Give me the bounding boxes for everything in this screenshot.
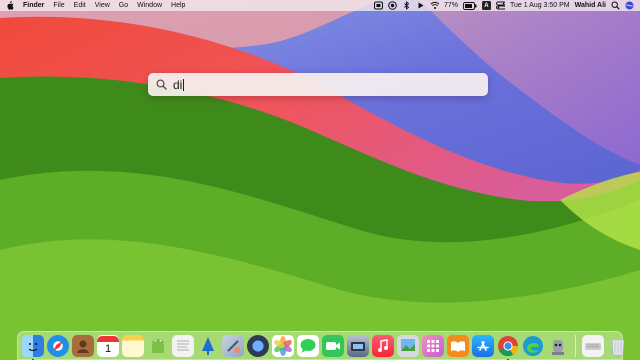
chrome-icon[interactable] — [497, 335, 519, 360]
android-studio-icon[interactable] — [147, 335, 169, 357]
quicktime-icon[interactable] — [247, 334, 269, 357]
spotlight-search-icon[interactable] — [611, 1, 620, 10]
automator-icon[interactable] — [547, 335, 569, 357]
wifi-icon[interactable] — [430, 1, 439, 10]
app-store-icon[interactable] — [472, 334, 494, 357]
status-area: 77% A Tue 1 Aug 3:50 PM Wahid Ali — [373, 0, 634, 11]
textedit-icon[interactable] — [172, 334, 194, 357]
menu-item-finder[interactable]: Finder — [23, 0, 44, 11]
launchpad-icon[interactable] — [422, 334, 444, 357]
dock-separator — [575, 334, 576, 357]
instruments-icon[interactable] — [222, 334, 244, 357]
edge-icon[interactable] — [522, 335, 544, 357]
spotlight-search-bar[interactable]: di — [148, 73, 488, 96]
apple-icon[interactable] — [6, 1, 15, 10]
desktop-wallpaper — [0, 0, 640, 360]
clock[interactable]: Tue 1 Aug 3:50 PM — [510, 0, 570, 11]
menu-item-file[interactable]: File — [53, 0, 64, 11]
finder-icon[interactable] — [22, 334, 44, 360]
control-center-icon[interactable] — [496, 1, 505, 10]
facetime-icon[interactable] — [322, 334, 344, 357]
photos-icon[interactable] — [272, 334, 294, 357]
music-icon[interactable] — [372, 334, 394, 357]
siri-icon[interactable] — [625, 1, 634, 10]
text-cursor — [183, 78, 185, 91]
battery-percentage: 77% — [443, 2, 458, 9]
battery-icon[interactable] — [463, 1, 477, 10]
safari-icon[interactable] — [47, 334, 69, 357]
input-source-icon[interactable]: A — [481, 1, 491, 10]
books-icon[interactable] — [447, 334, 469, 357]
menu-item-view[interactable]: View — [95, 0, 110, 11]
menu-item-go[interactable]: Go — [119, 0, 128, 11]
messages-icon[interactable] — [297, 334, 319, 357]
preview-icon[interactable] — [397, 334, 419, 357]
notes-icon[interactable] — [122, 334, 144, 357]
image-capture-icon[interactable] — [347, 334, 369, 357]
dock: 1 — [17, 331, 625, 360]
sourcetree-icon[interactable] — [197, 335, 219, 357]
menu-item-window[interactable]: Window — [137, 0, 162, 11]
menu-bar: Finder File Edit View Go Window Help 77%… — [0, 0, 640, 11]
keyboard-icon[interactable] — [582, 334, 604, 357]
menu-app-icon[interactable] — [373, 1, 383, 10]
calendar-icon[interactable]: 1 — [97, 334, 119, 357]
spotlight-query-text[interactable]: di — [173, 78, 182, 92]
menu-item-help[interactable]: Help — [171, 0, 185, 11]
user-name[interactable]: Wahid Ali — [575, 0, 606, 11]
trash-icon[interactable] — [607, 335, 629, 357]
bluetooth-icon[interactable] — [402, 1, 411, 10]
menu-item-edit[interactable]: Edit — [74, 0, 86, 11]
contacts-icon[interactable] — [72, 334, 94, 357]
play-icon[interactable] — [416, 1, 425, 10]
focus-icon[interactable] — [388, 1, 397, 10]
search-icon — [156, 79, 167, 90]
